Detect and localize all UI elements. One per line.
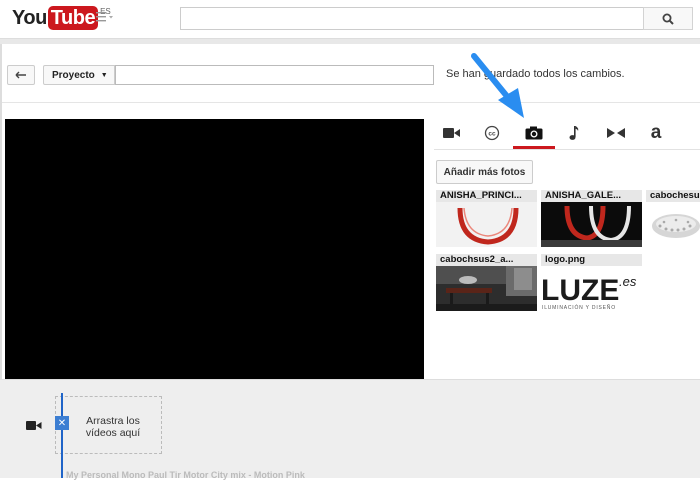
- photo-name: cabochesu: [646, 190, 700, 202]
- timeline-playhead[interactable]: [61, 393, 63, 478]
- video-track-label: [26, 420, 42, 434]
- photo-thumbnail[interactable]: cabochesu: [646, 190, 700, 247]
- photo-thumbnail[interactable]: cabochsus2_a...: [436, 254, 537, 311]
- project-menu-label: Proyecto: [52, 69, 95, 81]
- close-icon[interactable]: ✕: [55, 416, 69, 430]
- cc-icon: cc: [484, 125, 500, 141]
- masthead-separator: [0, 38, 700, 44]
- photo-image: [436, 266, 537, 311]
- tab-text[interactable]: a: [640, 122, 672, 144]
- tab-photos[interactable]: [513, 122, 555, 149]
- audio-track-title[interactable]: My Personal Mono Paul Tir Motor City mix…: [66, 470, 305, 480]
- photo-thumbnail[interactable]: ANISHA_GALE...: [541, 190, 642, 247]
- add-photos-button[interactable]: Añadir más fotos: [436, 160, 533, 184]
- back-button[interactable]: [7, 65, 35, 85]
- logo-suffix: .es: [619, 274, 637, 289]
- back-arrow-icon: [15, 71, 26, 79]
- video-camera-icon: [26, 421, 42, 430]
- camera-icon: [525, 126, 543, 140]
- project-menu-button[interactable]: Proyecto ▼: [43, 65, 115, 85]
- photo-image: [541, 202, 642, 247]
- transition-icon: [607, 128, 625, 138]
- search-input[interactable]: [180, 7, 644, 30]
- photo-image: [436, 202, 537, 247]
- logo-text: LUZE: [541, 274, 619, 307]
- logo-you: You: [12, 7, 47, 29]
- photo-name: ANISHA_PRINCI...: [436, 190, 537, 202]
- search-icon: [662, 13, 674, 25]
- photo-thumbnail[interactable]: ANISHA_PRINCI...: [436, 190, 537, 247]
- photo-name: cabochsus2_a...: [436, 254, 537, 266]
- text-icon: a: [650, 122, 662, 143]
- photo-image: [646, 202, 700, 247]
- tab-video[interactable]: [436, 122, 468, 144]
- arrow-pointer-icon: [471, 53, 524, 118]
- photo-name: logo.png: [541, 254, 642, 266]
- tab-transitions[interactable]: [600, 122, 632, 144]
- editor-tabs: cc a: [434, 118, 700, 150]
- guide-menu-button[interactable]: [96, 11, 116, 26]
- divider: [2, 102, 700, 103]
- tab-audio[interactable]: [558, 122, 590, 144]
- video-camera-icon: [443, 128, 460, 138]
- luze-logo: LUZE .es ILUMINACIÓN Y DISEÑO: [541, 274, 637, 311]
- svg-text:cc: cc: [488, 131, 496, 138]
- search-button[interactable]: [643, 7, 693, 30]
- chevron-down-icon: ▼: [100, 71, 108, 79]
- music-note-icon: [569, 126, 579, 140]
- masthead: You Tube ES: [0, 0, 700, 38]
- menu-icon: [96, 12, 113, 22]
- logo-tagline: ILUMINACIÓN Y DISEÑO: [542, 304, 616, 311]
- photo-name: ANISHA_GALE...: [541, 190, 642, 202]
- photo-image: LUZE .es ILUMINACIÓN Y DISEÑO: [541, 266, 642, 311]
- logo-tube: Tube: [47, 6, 99, 30]
- tab-captions[interactable]: cc: [476, 122, 508, 144]
- drop-zone-text: Arrastra los vídeos aquí: [85, 415, 141, 439]
- photo-thumbnail[interactable]: LUZE .es ILUMINACIÓN Y DISEÑO logo.png: [541, 254, 642, 311]
- video-preview[interactable]: [5, 119, 424, 379]
- project-title-input[interactable]: [115, 65, 434, 85]
